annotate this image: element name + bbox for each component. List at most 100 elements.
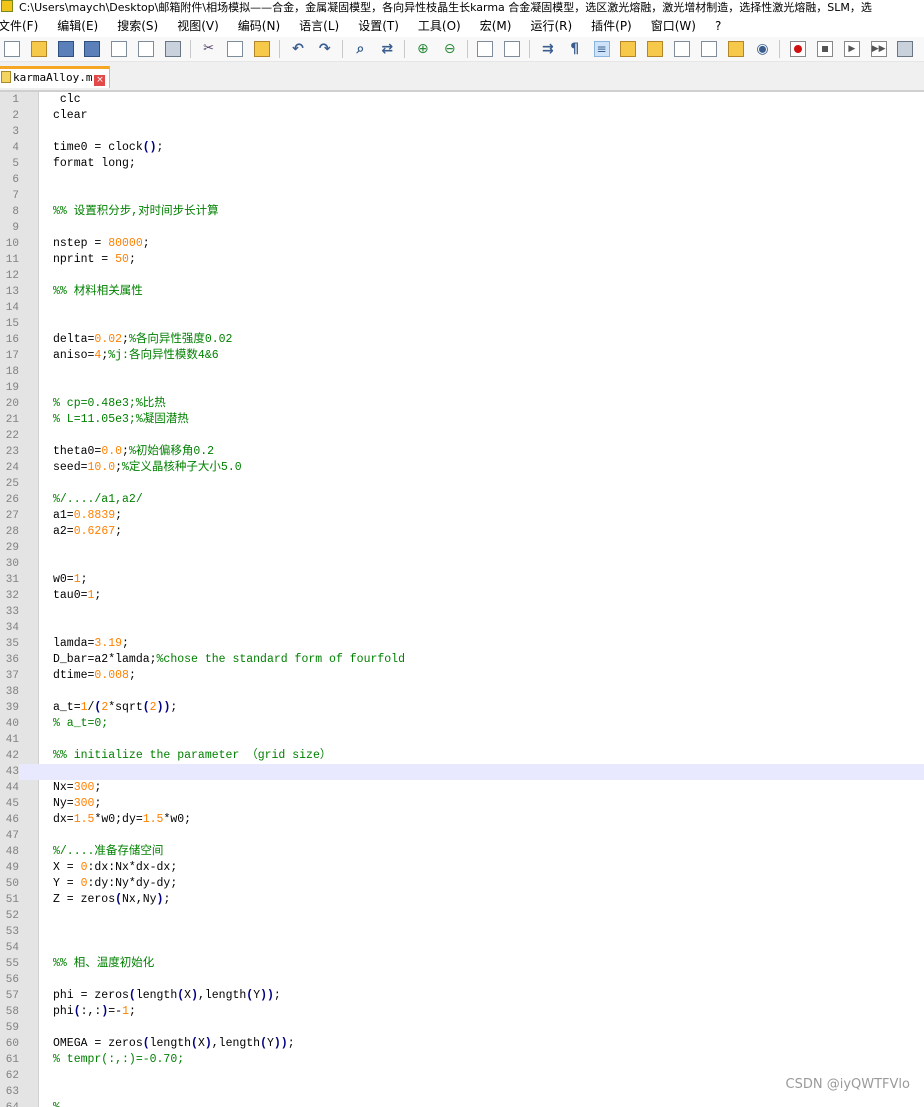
menu-item[interactable]: 文件(F) — [0, 19, 38, 33]
copy-icon[interactable] — [227, 41, 244, 57]
code-line[interactable]: 45 Ny=300; — [0, 796, 924, 812]
code-line[interactable]: 57 phi = zeros(length(X),length(Y)); — [0, 988, 924, 1004]
code-line[interactable]: 60 OMEGA = zeros(length(X),length(Y)); — [0, 1036, 924, 1052]
code-line[interactable]: 41 — [0, 732, 924, 748]
code-line[interactable]: 34 — [0, 620, 924, 636]
show-all-chars-icon[interactable]: ¶ — [567, 41, 583, 57]
menu-item[interactable]: 运行(R) — [530, 19, 572, 33]
folder-icon[interactable] — [727, 41, 744, 57]
code-line[interactable]: 2 clear — [0, 108, 924, 124]
code-line[interactable]: 24 seed=10.0;%定义晶核种子大小5.0 — [0, 460, 924, 476]
code-line[interactable]: 20 % cp=0.48e3;%比热 — [0, 396, 924, 412]
code-line[interactable]: 52 — [0, 908, 924, 924]
code-line[interactable]: 1 clc — [0, 92, 924, 108]
code-area[interactable]: 1 clc 2 clear 3 4 time0 = clock(); 5 format lon… — [0, 92, 924, 1107]
code-line[interactable]: 32 tau0=1; — [0, 588, 924, 604]
code-line[interactable]: 44 Nx=300; — [0, 780, 924, 796]
code-line[interactable]: 33 — [0, 604, 924, 620]
code-line[interactable]: 9 — [0, 220, 924, 236]
play-multiple-icon[interactable]: ▶▶ — [870, 41, 887, 57]
editor[interactable]: 1 clc 2 clear 3 4 time0 = clock(); 5 format lon… — [0, 92, 924, 1107]
code-line[interactable]: 54 — [0, 940, 924, 956]
tab-karmaalloy[interactable]: karmaAlloy.m × — [0, 66, 111, 88]
cut-icon[interactable]: ✂ — [201, 41, 217, 57]
function-list-icon[interactable] — [674, 41, 691, 57]
code-line[interactable]: 15 — [0, 316, 924, 332]
code-line[interactable]: 27 a1=0.8839; — [0, 508, 924, 524]
menu-item[interactable]: 搜索(S) — [117, 19, 158, 33]
code-line[interactable]: 58 phi(:,:)=-1; — [0, 1004, 924, 1020]
code-line[interactable]: 11 nprint = 50; — [0, 252, 924, 268]
code-line[interactable]: 22 — [0, 428, 924, 444]
code-line[interactable]: 35 lamda=3.19; — [0, 636, 924, 652]
paste-icon[interactable] — [254, 41, 271, 57]
new-file-icon[interactable] — [4, 41, 20, 57]
code-line[interactable]: 51 Z = zeros(Nx,Ny); — [0, 892, 924, 908]
menu-item[interactable]: 视图(V) — [177, 19, 219, 33]
menu-item[interactable]: 语言(L) — [299, 19, 339, 33]
save-icon[interactable] — [57, 41, 74, 57]
code-line[interactable]: 42 %% initialize the parameter （grid size… — [0, 748, 924, 764]
close-icon[interactable] — [111, 41, 128, 57]
code-line[interactable]: 30 — [0, 556, 924, 572]
code-line[interactable]: 19 — [0, 380, 924, 396]
code-line[interactable]: 8 %% 设置积分步,对时间步长计算 — [0, 204, 924, 220]
menu-item[interactable]: 编码(N) — [238, 19, 280, 33]
code-line[interactable]: 12 — [0, 268, 924, 284]
code-line[interactable]: 25 — [0, 476, 924, 492]
code-line[interactable]: 13 %% 材料相关属性 — [0, 284, 924, 300]
print-icon[interactable] — [164, 41, 181, 57]
code-line[interactable]: 37 dtime=0.008; — [0, 668, 924, 684]
code-line[interactable]: 28 a2=0.6267; — [0, 524, 924, 540]
code-line[interactable]: 14 — [0, 300, 924, 316]
code-line[interactable]: 31 w0=1; — [0, 572, 924, 588]
monitor-icon[interactable]: ◉ — [755, 41, 771, 57]
folder-workspace-icon[interactable] — [700, 41, 717, 57]
code-line[interactable]: 40 % a_t=0; — [0, 716, 924, 732]
menu-item[interactable]: 窗口(W) — [651, 19, 696, 33]
code-line[interactable]: 39 a_t=1/(2*sqrt(2)); — [0, 700, 924, 716]
code-line[interactable]: 43 — [0, 764, 924, 780]
code-line[interactable]: 53 — [0, 924, 924, 940]
menu-item[interactable]: 工具(O) — [418, 19, 461, 33]
menu-item[interactable]: 插件(P) — [591, 19, 632, 33]
code-line[interactable]: 4 time0 = clock(); — [0, 140, 924, 156]
code-line[interactable]: 10 nstep = 80000; — [0, 236, 924, 252]
code-line[interactable]: 26 %/..../a1,a2/ — [0, 492, 924, 508]
menu-item[interactable]: 编辑(E) — [57, 19, 98, 33]
code-line[interactable]: 6 — [0, 172, 924, 188]
code-line[interactable]: 3 — [0, 124, 924, 140]
code-line[interactable]: 50 Y = 0:dy:Ny*dy-dy; — [0, 876, 924, 892]
menu-item[interactable]: ? — [715, 19, 721, 33]
save-macro-icon[interactable] — [897, 41, 914, 57]
code-line[interactable]: 29 — [0, 540, 924, 556]
close-tab-icon[interactable]: × — [94, 75, 106, 86]
replace-icon[interactable]: ⇄ — [379, 41, 395, 57]
code-line[interactable]: 38 — [0, 684, 924, 700]
code-line[interactable]: 23 theta0=0.0;%初始偏移角0.2 — [0, 444, 924, 460]
doc-map-icon[interactable] — [647, 41, 664, 57]
code-line[interactable]: 47 — [0, 828, 924, 844]
code-line[interactable]: 5 format long; — [0, 156, 924, 172]
user-lang-icon[interactable] — [620, 41, 637, 57]
zoom-in-icon[interactable]: ⊕ — [415, 41, 431, 57]
word-wrap-icon[interactable]: ⇉ — [540, 41, 556, 57]
find-icon[interactable]: ⌕ — [352, 41, 368, 57]
code-line[interactable]: 55 %% 相、温度初始化 — [0, 956, 924, 972]
code-line[interactable]: 59 — [0, 1020, 924, 1036]
close-all-icon[interactable] — [138, 41, 155, 57]
redo-icon[interactable]: ↷ — [317, 41, 333, 57]
code-line[interactable]: 16 delta=0.02;%各向异性强度0.02 — [0, 332, 924, 348]
record-macro-icon[interactable] — [790, 41, 807, 57]
code-line[interactable]: 48 %/....准备存储空间 — [0, 844, 924, 860]
zoom-out-icon[interactable]: ⊖ — [442, 41, 458, 57]
menu-item[interactable]: 宏(M) — [480, 19, 512, 33]
code-line[interactable]: 17 aniso=4;%j:各向异性模数4&6 — [0, 348, 924, 364]
sync-horizontal-icon[interactable] — [504, 41, 521, 57]
code-line[interactable]: 7 — [0, 188, 924, 204]
stop-macro-icon[interactable] — [816, 41, 833, 57]
code-line[interactable]: 18 — [0, 364, 924, 380]
code-line[interactable]: 36 D_bar=a2*lamda;%chose the standard for… — [0, 652, 924, 668]
open-file-icon[interactable] — [30, 41, 47, 57]
undo-icon[interactable]: ↶ — [290, 41, 306, 57]
